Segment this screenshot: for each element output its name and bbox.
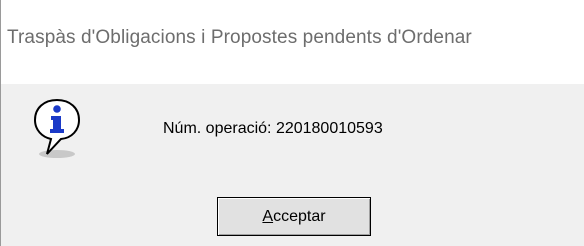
title-bar[interactable]: Traspàs d'Obligacions i Propostes penden… <box>1 0 584 84</box>
operation-number-text: Núm. operació: 220180010593 <box>163 120 383 137</box>
info-icon <box>33 98 81 158</box>
accept-button-accelerator: A <box>262 207 274 225</box>
accept-button[interactable]: Acceptar <box>217 197 371 236</box>
message-dialog: Traspàs d'Obligacions i Propostes penden… <box>0 0 584 246</box>
accept-button-label: cceptar <box>273 207 326 225</box>
window-title: Traspàs d'Obligacions i Propostes penden… <box>7 27 472 48</box>
